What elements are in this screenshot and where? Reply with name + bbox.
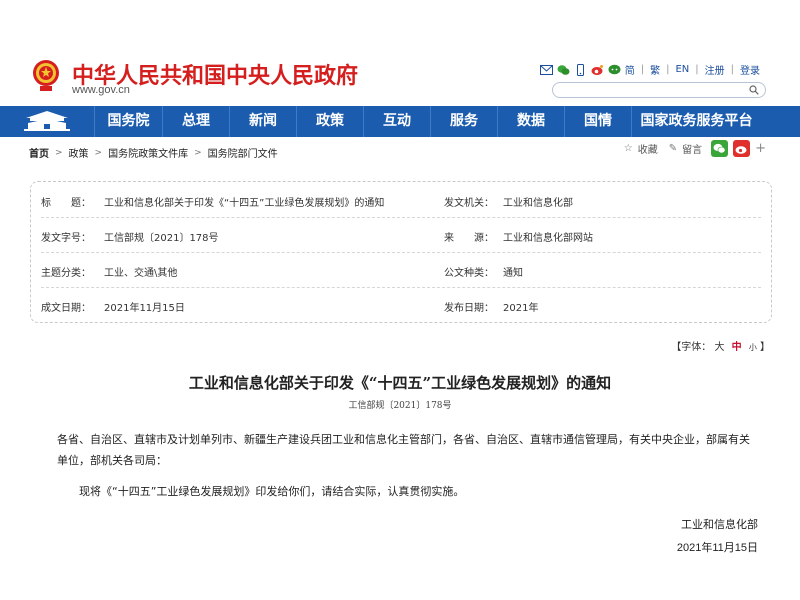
breadcrumb-home[interactable]: 首页 [29, 145, 49, 160]
issuer-label: 发文机关： [444, 198, 494, 209]
info-row: 成文日期： 2021年11月15日 发布日期： 2021年 [41, 287, 761, 322]
wechat-share-icon[interactable] [711, 140, 729, 157]
breadcrumb-department-docs[interactable]: 国务院部门文件 [208, 145, 278, 160]
document-number: 工信部规〔2021〕178号 [348, 401, 452, 411]
info-row: 标 题： 工业和信息化部关于印发《“十四五”工业绿色发展规划》的通知 发文机关：… [41, 182, 761, 218]
breadcrumb-policy-library[interactable]: 国务院政策文件库 [108, 145, 188, 160]
favorite-link[interactable]: 收藏 [638, 141, 658, 156]
separator: | [640, 64, 645, 75]
document-title: 工业和信息化部关于印发《“十四五”工业绿色发展规划》的通知 [188, 374, 612, 392]
font-size-bracket: 】 [760, 342, 770, 353]
weibo-icon[interactable] [591, 64, 604, 76]
info-row: 发文字号： 工信部规〔2021〕178号 来 源： 工业和信息化部网站 [41, 217, 761, 253]
search-input[interactable] [552, 82, 766, 98]
register-link[interactable]: 注册 [705, 62, 725, 77]
info-row: 主题分类： 工业、交通\其他 公文种类： 通知 [41, 252, 761, 288]
type-value: 通知 [503, 268, 523, 279]
written-date-value: 2021年11月15日 [104, 303, 185, 314]
source-value: 工业和信息化部网站 [503, 233, 593, 244]
lang-traditional-link[interactable]: 繁 [650, 62, 660, 77]
document-info-table: 标 题： 工业和信息化部关于印发《“十四五”工业绿色发展规划》的通知 发文机关：… [30, 181, 772, 323]
nav-item-gov-service-platform[interactable]: 国家政务服务平台 [632, 106, 761, 137]
star-icon[interactable]: ☆ [624, 143, 633, 154]
published-date-label: 发布日期： [444, 303, 494, 314]
font-medium-button[interactable]: 中 [732, 342, 742, 353]
issuer-value: 工业和信息化部 [503, 198, 573, 209]
source-label: 来 源： [444, 233, 494, 244]
search-icon[interactable] [749, 85, 759, 95]
nav-item-policy[interactable]: 政策 [297, 106, 364, 137]
site-header: 中华人民共和国中央人民政府 www.gov.cn 简 | 繁 | EN | 注册… [0, 0, 800, 106]
nav-item-service[interactable]: 服务 [431, 106, 498, 137]
chat-icon[interactable] [608, 64, 621, 76]
main-nav: 国务院 总理 新闻 政策 互动 服务 数据 国情 国家政务服务平台 [0, 106, 800, 137]
separator: | [695, 64, 699, 75]
recipients-paragraph: 各省、自治区、直辖市及计划单列市、新疆生产建设兵团工业和信息化主管部门，各省、自… [57, 433, 750, 467]
site-domain: www.gov.cn [72, 84, 130, 96]
comment-icon[interactable]: ✎ [669, 143, 677, 154]
font-size-control: 【字体： 大 中 小 】 [671, 338, 770, 353]
comment-link[interactable]: 留言 [682, 141, 702, 156]
document-date: 2021年11月15日 [676, 542, 758, 554]
top-links: 简 | 繁 | EN | 注册 | 登录 [539, 62, 760, 77]
docno-label: 发文字号： [41, 233, 91, 244]
title-value: 工业和信息化部关于印发《“十四五”工业绿色发展规划》的通知 [104, 198, 385, 209]
chevron-right-icon: > [55, 147, 63, 158]
login-link[interactable]: 登录 [740, 62, 760, 77]
published-date-value: 2021年 [503, 303, 539, 314]
plus-icon[interactable]: + [755, 141, 766, 156]
separator: | [730, 64, 734, 75]
chevron-right-icon: > [194, 147, 202, 158]
mail-icon[interactable] [539, 64, 553, 76]
title-label: 标 题： [41, 198, 91, 209]
separator: | [666, 64, 670, 75]
docno-value: 工信部规〔2021〕178号 [104, 233, 219, 244]
wechat-icon[interactable] [557, 64, 570, 76]
breadcrumb-policy[interactable]: 政策 [69, 145, 89, 160]
nav-item-news[interactable]: 新闻 [230, 106, 297, 137]
weibo-share-icon[interactable] [733, 140, 751, 157]
type-label: 公文种类： [444, 268, 494, 279]
signer: 工业和信息化部 [681, 518, 758, 531]
topic-value: 工业、交通\其他 [104, 268, 178, 279]
tiananmen-icon [24, 111, 70, 131]
nav-item-interaction[interactable]: 互动 [364, 106, 431, 137]
page-tools: ☆ 收藏 ✎ 留言 + [624, 140, 766, 157]
breadcrumb: 首页 > 政策 > 国务院政策文件库 > 国务院部门文件 [29, 145, 278, 161]
written-date-label: 成文日期： [41, 303, 91, 314]
mobile-icon[interactable] [574, 63, 587, 76]
nav-item-data[interactable]: 数据 [498, 106, 565, 137]
topic-label: 主题分类： [41, 268, 91, 279]
font-large-button[interactable]: 大 [714, 342, 724, 353]
font-small-button[interactable]: 小 [749, 343, 757, 352]
nav-home[interactable] [0, 106, 95, 137]
font-size-label: 【字体： [671, 342, 712, 353]
body-paragraph: 现将《“十四五”工业绿色发展规划》印发给你们，请结合实际，认真贯彻实施。 [79, 485, 465, 498]
national-emblem-icon[interactable] [31, 57, 61, 93]
chevron-right-icon: > [94, 147, 103, 158]
nav-item-national-info[interactable]: 国情 [565, 106, 632, 137]
nav-item-state-council[interactable]: 国务院 [95, 106, 163, 137]
lang-english-link[interactable]: EN [675, 64, 689, 75]
lang-simplified-link[interactable]: 简 [625, 62, 635, 77]
nav-item-premier[interactable]: 总理 [163, 106, 230, 137]
